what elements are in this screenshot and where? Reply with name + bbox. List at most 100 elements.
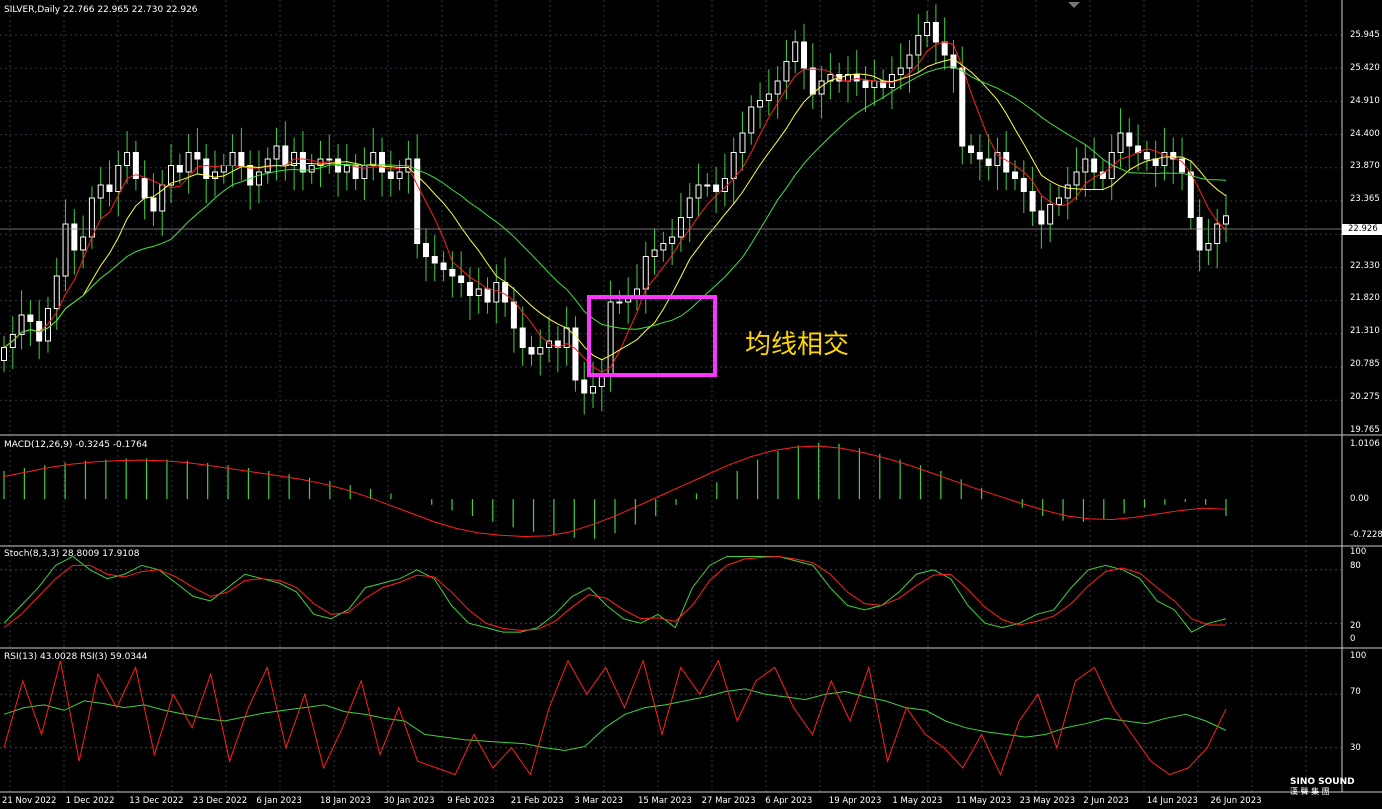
macd-tick-label: -0.7228 [1350, 530, 1382, 540]
date-tick-label: 2 Jun 2023 [1083, 796, 1129, 806]
stoch-tick-label: 0 [1350, 634, 1356, 644]
candle-body [1082, 158, 1089, 173]
candle-body [88, 197, 95, 238]
candle-body [519, 327, 526, 348]
trading-chart[interactable] [0, 0, 1382, 809]
date-tick-label: 9 Feb 2023 [447, 796, 495, 806]
symbol-header: SILVER,Daily 22.766 22.965 22.730 22.926 [4, 5, 198, 15]
candle-body [1143, 152, 1150, 160]
date-tick-label: 1 Dec 2022 [65, 796, 115, 806]
candle-body [124, 152, 131, 166]
candle-body [862, 80, 869, 88]
candle-body [370, 152, 377, 166]
date-tick-label: 13 Dec 2022 [129, 796, 184, 806]
price-tick-label: 24.400 [1350, 129, 1380, 139]
candle-body [1117, 132, 1124, 153]
candle-body [510, 301, 517, 329]
ma-slow-line [3, 66, 1227, 348]
candle-body [1064, 184, 1071, 199]
candle-body [757, 100, 764, 108]
candle-body [1003, 152, 1010, 173]
candle-body [748, 106, 755, 134]
candle-body [150, 197, 157, 212]
candle-body [853, 74, 860, 82]
candle-body [379, 152, 386, 173]
candle-body [686, 197, 693, 218]
candle-body [677, 217, 684, 238]
candle-body [141, 178, 148, 199]
candle-body [713, 184, 720, 192]
date-tick-label: 14 Jun 2023 [1146, 796, 1198, 806]
stoch-tick-label: 20 [1350, 621, 1361, 631]
candle-body [326, 158, 333, 161]
logo-line1: SINO SOUND [1290, 777, 1355, 787]
date-tick-label: 23 Dec 2022 [192, 796, 248, 806]
candle-body [27, 314, 34, 322]
candle-body [704, 184, 711, 187]
candle-body [581, 379, 588, 394]
candle-body [1073, 171, 1080, 186]
candle-body [906, 54, 913, 69]
panel-frames [0, 0, 1382, 793]
candle-body [1038, 210, 1045, 225]
candle-body [1, 347, 7, 361]
date-tick-label: 1 May 2023 [892, 796, 943, 806]
candle-body [1205, 243, 1212, 251]
candle-body [396, 171, 403, 179]
candle-body [194, 152, 201, 160]
candle-body [264, 158, 271, 173]
rsi-panel [0, 659, 1342, 776]
stoch-tick-label: 80 [1350, 561, 1361, 571]
candle-body [730, 152, 737, 179]
rsi-header: RSI(13) 43.0028 RSI(3) 59.0344 [4, 652, 148, 662]
price-tick-label: 19.765 [1350, 425, 1380, 435]
candle-body [1187, 171, 1194, 218]
candle-body [968, 145, 975, 153]
date-tick-label: 21 Feb 2023 [510, 796, 564, 806]
price-tick-label: 20.275 [1350, 392, 1380, 402]
price-tick-label: 23.365 [1350, 194, 1380, 204]
candle-body [792, 41, 799, 62]
current-price-tag: 22.926 [1342, 224, 1382, 235]
candle-body [783, 61, 790, 82]
date-tick-label: 6 Apr 2023 [765, 796, 813, 806]
candle-body [449, 269, 456, 277]
candle-body [484, 288, 491, 303]
candle-body [985, 158, 992, 166]
candle-body [238, 152, 245, 166]
candle-body [414, 158, 421, 244]
candle-body [282, 145, 289, 166]
date-tick-label: 27 Mar 2023 [701, 796, 756, 806]
candle-body [607, 301, 614, 374]
chart-grid [0, 0, 1342, 792]
candle-body [774, 80, 781, 95]
price-tick-label: 25.420 [1350, 63, 1380, 73]
price-tick-label: 21.820 [1350, 293, 1380, 303]
candle-body [669, 236, 676, 244]
candle-body [897, 67, 904, 75]
price-tick-label: 21.310 [1350, 326, 1380, 336]
candle-body [1223, 215, 1229, 225]
candle-body [458, 275, 465, 283]
candle-body [932, 22, 939, 43]
rsi-tick-label: 70 [1350, 687, 1361, 697]
macd-panel [3, 442, 1227, 539]
date-tick-label: 23 May 2023 [1019, 796, 1076, 806]
rsi3-line [3, 659, 1227, 776]
date-tick-label: 21 Nov 2022 [2, 796, 57, 806]
candle-body [809, 67, 816, 95]
scroll-marker-icon[interactable] [1068, 2, 1080, 8]
date-tick-label: 19 Apr 2023 [828, 796, 882, 806]
stoch-tick-label: 100 [1350, 547, 1367, 557]
candle-body [1020, 178, 1027, 192]
candle-body [502, 282, 509, 303]
candle-body [660, 243, 667, 251]
candle-body [739, 132, 746, 153]
candle-body [616, 301, 623, 304]
ma-fast-line [3, 41, 1227, 373]
candle-body [1152, 158, 1159, 166]
stoch-d-line [3, 555, 1226, 631]
ma-mid-line [3, 58, 1227, 361]
candle-body [62, 223, 69, 277]
candle-body [255, 171, 262, 186]
